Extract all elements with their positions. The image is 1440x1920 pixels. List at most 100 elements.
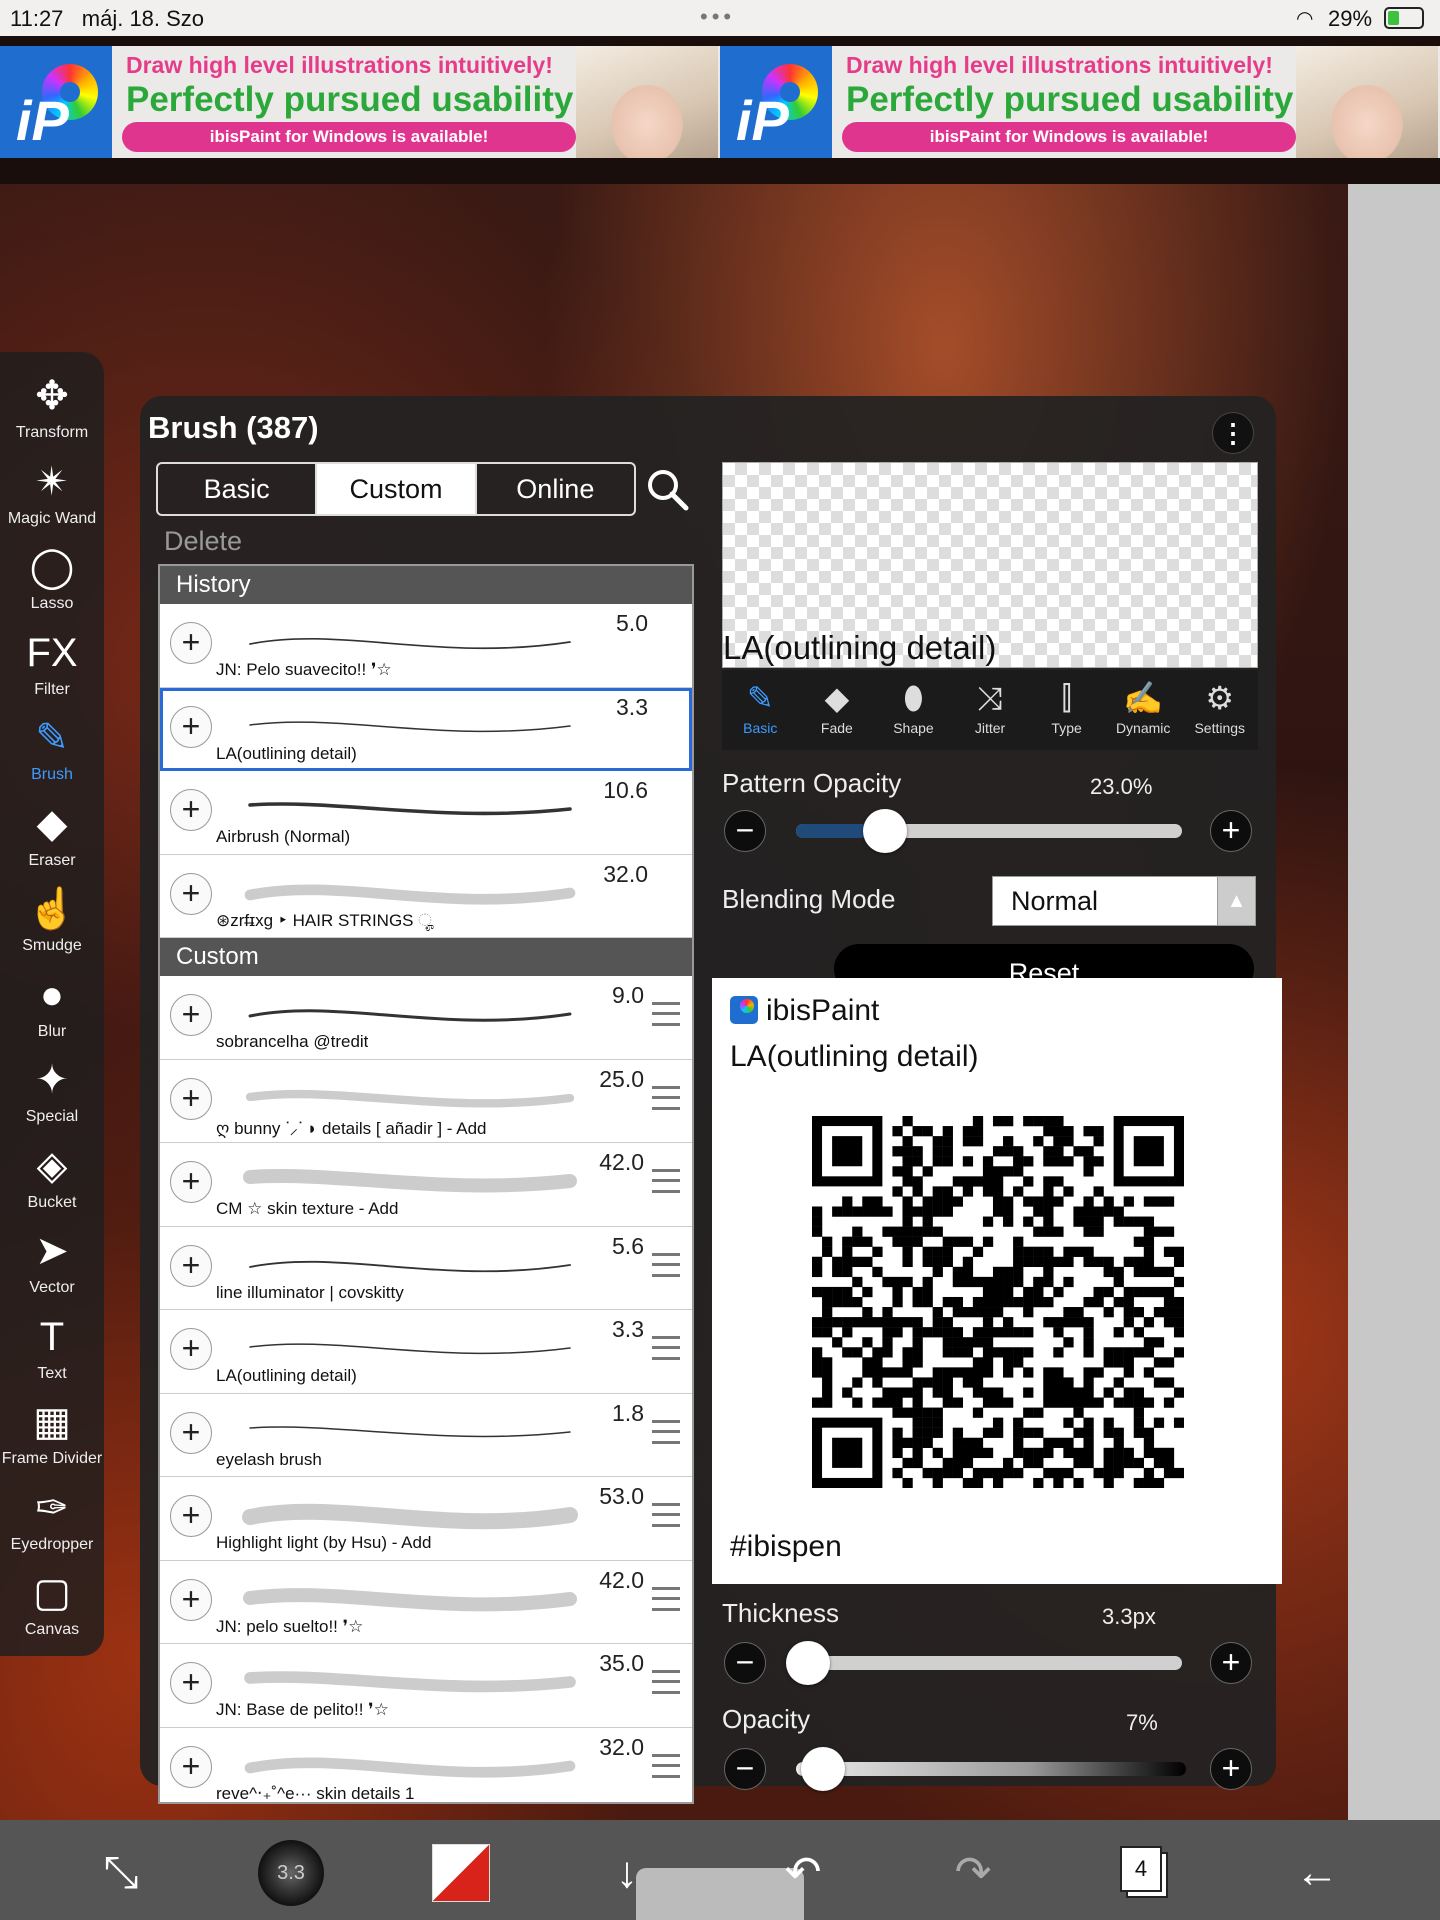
tool-eraser[interactable]: ◆ Eraser <box>0 798 104 882</box>
brush-size-button[interactable]: 3.3 <box>258 1840 324 1906</box>
thickness-plus-button[interactable]: + <box>1210 1642 1252 1684</box>
delete-button[interactable]: Delete <box>164 526 242 557</box>
thickness-slider[interactable] <box>796 1656 1182 1670</box>
back-arrow-icon[interactable]: ← <box>1290 1846 1344 1900</box>
ad-banner[interactable]: iP Draw high level illustrations intuiti… <box>0 46 1440 158</box>
ibispaint-logo-icon: iP <box>720 46 832 158</box>
settings-tab-settings[interactable]: ⚙ Settings <box>1181 670 1258 750</box>
redo-icon[interactable]: ↷ <box>946 1846 1000 1900</box>
opacity-knob[interactable] <box>801 1747 846 1791</box>
multitask-dots[interactable]: ••• <box>700 4 735 30</box>
reorder-handle-icon[interactable] <box>652 1753 680 1778</box>
add-brush-icon[interactable]: + <box>170 1495 212 1537</box>
tool-eyedropper[interactable]: ✑ Eyedropper <box>0 1482 104 1566</box>
settings-tab-type[interactable]: ⫿ Type <box>1028 670 1105 750</box>
brush-row[interactable]: +32.0 reve^‧₊˚^e··· skin details 1 <box>160 1727 692 1802</box>
brush-row[interactable]: +35.0 JN: Base de pelito!! ❜☆ <box>160 1644 692 1728</box>
thickness-knob[interactable] <box>785 1641 830 1685</box>
tab-custom[interactable]: Custom <box>315 464 475 514</box>
ad-unit[interactable]: iP Draw high level illustrations intuiti… <box>0 46 720 158</box>
brush-size: 5.6 <box>612 1232 644 1259</box>
tool-blur[interactable]: ● Blur <box>0 969 104 1053</box>
ad-unit[interactable]: iP Draw high level illustrations intuiti… <box>720 46 1440 158</box>
settings-tab-shape[interactable]: ⬮ Shape <box>875 670 952 750</box>
settings-tab-basic[interactable]: ✎ Basic <box>722 670 799 750</box>
add-brush-icon[interactable]: + <box>170 1662 212 1704</box>
pattern-opacity-knob[interactable] <box>862 809 907 853</box>
brush-row[interactable]: +1.8 eyelash brush <box>160 1393 692 1477</box>
tool-vector[interactable]: ➤ Vector <box>0 1225 104 1309</box>
pattern-opacity-minus-button[interactable]: − <box>724 810 766 852</box>
tool-filter[interactable]: FX Filter <box>0 627 104 711</box>
add-brush-icon[interactable]: + <box>170 994 212 1036</box>
tool-special[interactable]: ✦ Special <box>0 1054 104 1138</box>
tab-online[interactable]: Online <box>474 464 634 514</box>
tool-brush[interactable]: ✎ Brush <box>0 712 104 796</box>
pattern-opacity-slider[interactable] <box>796 824 1182 838</box>
tab-basic[interactable]: Basic <box>158 464 315 514</box>
dropdown-arrow-icon[interactable]: ▲ <box>1217 877 1255 925</box>
tool-canvas[interactable]: ▢ Canvas <box>0 1567 104 1651</box>
add-brush-icon[interactable]: + <box>170 1745 212 1788</box>
layers-button[interactable]: 4 <box>1120 1846 1162 1892</box>
brush-list[interactable]: History +5.0 JN: Pelo suavecito!! ❜☆ +3.3 L… <box>158 564 694 1804</box>
tool-smudge[interactable]: ☝ Smudge <box>0 883 104 967</box>
tool-selection-icon[interactable]: ⤡ <box>94 1846 148 1900</box>
tool-label: Eraser <box>28 851 76 869</box>
reorder-handle-icon[interactable] <box>652 1586 680 1611</box>
qr-code-icon[interactable] <box>812 1116 1184 1488</box>
pattern-opacity-plus-button[interactable]: + <box>1210 810 1252 852</box>
settings-tab-dynamic[interactable]: ✍ Dynamic <box>1105 670 1182 750</box>
search-icon[interactable] <box>644 466 690 512</box>
add-brush-icon[interactable]: + <box>170 1161 212 1203</box>
reorder-handle-icon[interactable] <box>652 1169 680 1193</box>
tool-transform[interactable]: ✥ Transform <box>0 370 104 454</box>
brush-row[interactable]: +25.0 ღ bunny ᐝ⸝ᐝ ◗ details [ añadir ] - … <box>160 1059 692 1143</box>
brush-row[interactable]: +9.0 sobrancelha @tredit <box>160 976 692 1060</box>
add-brush-icon[interactable]: + <box>170 1077 212 1120</box>
add-brush-icon[interactable]: + <box>170 789 212 831</box>
tool-label: Special <box>25 1108 79 1125</box>
settings-tab-fade[interactable]: ◆ Fade <box>799 670 876 750</box>
settings-tab-jitter[interactable]: ⤨ Jitter <box>952 670 1029 750</box>
thickness-minus-button[interactable]: − <box>724 1642 766 1684</box>
tool-frame-divider[interactable]: ▦ Frame Divider <box>0 1396 104 1480</box>
tool-lasso[interactable]: ◯ Lasso <box>0 541 104 625</box>
brush-row[interactable]: +3.3 LA(outlining detail) <box>160 687 692 771</box>
tool-magic-wand[interactable]: ✴ Magic Wand <box>0 456 104 540</box>
add-brush-icon[interactable]: + <box>170 622 212 664</box>
add-brush-icon[interactable]: + <box>170 872 212 915</box>
brush-row[interactable]: +5.6 line illuminator | covskitty <box>160 1226 692 1310</box>
add-brush-icon[interactable]: + <box>170 1411 212 1454</box>
reorder-handle-icon[interactable] <box>652 1085 680 1110</box>
brush-row[interactable]: +42.0 JN: pelo suelto!! ❜☆ <box>160 1560 692 1644</box>
reorder-handle-icon[interactable] <box>652 1252 680 1277</box>
add-brush-icon[interactable]: + <box>170 705 212 748</box>
blending-mode-select[interactable]: Normal ▲ <box>992 876 1256 926</box>
add-brush-icon[interactable]: + <box>170 1244 212 1287</box>
ad-subheadline: Perfectly pursued usability! <box>126 80 586 119</box>
battery-percent: 29% <box>1328 6 1373 31</box>
tool-text[interactable]: T Text <box>0 1311 104 1395</box>
opacity-plus-button[interactable]: + <box>1210 1748 1252 1790</box>
opacity-slider[interactable] <box>796 1762 1186 1776</box>
brush-row[interactable]: +10.6 Airbrush (Normal) <box>160 771 692 855</box>
brush-row[interactable]: +5.0 JN: Pelo suavecito!! ❜☆ <box>160 604 692 688</box>
reorder-handle-icon[interactable] <box>652 1503 680 1527</box>
color-button[interactable] <box>432 1844 490 1902</box>
reorder-handle-icon[interactable] <box>652 1419 680 1444</box>
brush-row[interactable]: +32.0 ⊛zrf̶ɪxg ‣ HAIR STRINGS ೄ <box>160 854 692 938</box>
brush-row[interactable]: +42.0 CM ☆ skin texture - Add <box>160 1143 692 1227</box>
reorder-handle-icon[interactable] <box>652 1670 680 1694</box>
reorder-handle-icon[interactable] <box>652 1002 680 1026</box>
undo-icon[interactable]: ↶ <box>776 1846 830 1900</box>
opacity-minus-button[interactable]: − <box>724 1748 766 1790</box>
more-options-icon[interactable]: ⋮ <box>1212 412 1254 454</box>
tool-bucket[interactable]: ◈ Bucket <box>0 1140 104 1224</box>
reorder-handle-icon[interactable] <box>652 1336 680 1360</box>
add-brush-icon[interactable]: + <box>170 1578 212 1621</box>
brush-row[interactable]: +3.3 LA(outlining detail) <box>160 1310 692 1394</box>
brush-row[interactable]: +53.0 Highlight light (by Hsu) - Add <box>160 1477 692 1561</box>
add-brush-icon[interactable]: + <box>170 1328 212 1370</box>
thickness-value: 3.3px <box>1102 1604 1156 1629</box>
